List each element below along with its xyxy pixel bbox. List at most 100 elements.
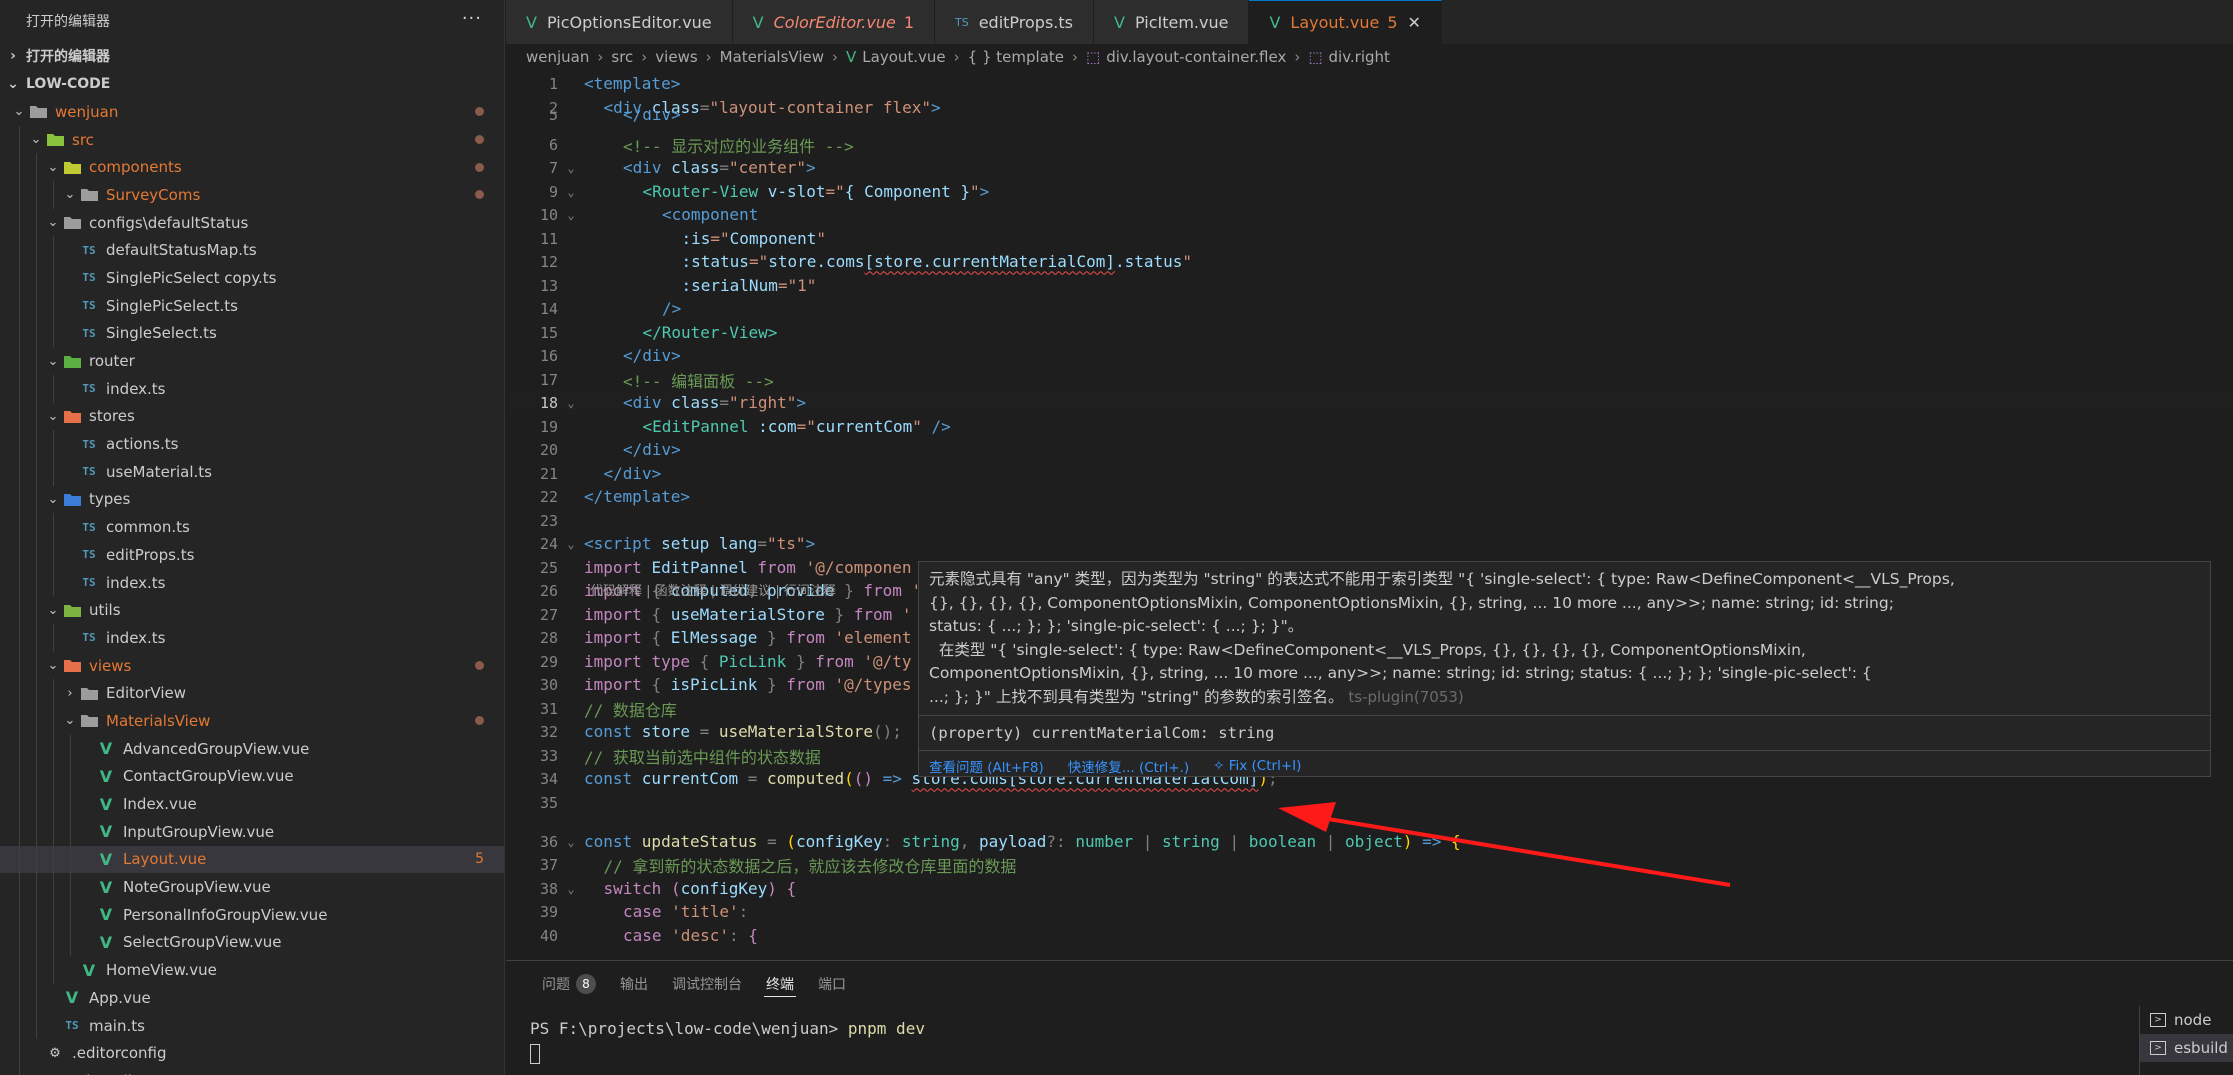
tree-folder[interactable]: ⌄ SurveyComs [0, 181, 504, 209]
code-line[interactable]: 12:status="store.coms[store.currentMater… [506, 250, 2233, 274]
tree-file[interactable]: V NoteGroupView.vue [0, 873, 504, 901]
breadcrumb-item[interactable]: MaterialsView [720, 48, 824, 66]
code-line[interactable]: 5 </div> [506, 110, 2233, 124]
fold-chevron-icon[interactable]: ⌄ [558, 537, 584, 551]
tree-folder[interactable]: ⌄ src [0, 125, 504, 154]
tree-folder[interactable]: ⌄ components [0, 153, 504, 182]
tree-file[interactable]: V SelectGroupView.vue [0, 928, 504, 957]
tree-folder[interactable]: ⌄ MaterialsView [0, 707, 504, 735]
fold-chevron-icon[interactable]: ⌄ [558, 396, 584, 410]
code-line[interactable]: 7 ⌄ <div class="center"> [506, 156, 2233, 180]
panel-tab[interactable]: 终端 [754, 961, 806, 1007]
tree-file[interactable]: TS SinglePicSelect.ts [0, 291, 504, 320]
code-line[interactable]: 22 </template> [506, 485, 2233, 509]
tree-file[interactable]: TS index.ts [0, 624, 504, 652]
fold-chevron-icon[interactable]: ⌄ [558, 208, 584, 222]
editor-tab[interactable]: V PicOptionsEditor.vue [506, 0, 733, 44]
tree-folder[interactable]: › EditorView [0, 679, 504, 708]
fold-chevron-icon[interactable]: ⌄ [558, 161, 584, 175]
editor-tab[interactable]: V ColorEditor.vue 1 [732, 0, 935, 44]
code-line[interactable]: 6 <!-- 显示对应的业务组件 --> [506, 133, 2233, 157]
tree-file[interactable]: TS index.ts [0, 568, 504, 597]
code-line[interactable]: 1 <template> [506, 72, 2233, 96]
tree-folder[interactable]: ⌄ router [0, 347, 504, 375]
tree-folder[interactable]: ⌄ utils [0, 596, 504, 625]
more-actions-icon[interactable]: ··· [462, 8, 482, 29]
view-problem-link[interactable]: 查看问题 (Alt+F8) [929, 756, 1044, 776]
tree-file[interactable]: TS editProps.ts [0, 541, 504, 569]
panel-tab[interactable]: 端口 [806, 961, 858, 1007]
tree-file[interactable]: TS main.ts [0, 1011, 504, 1040]
quick-fix-link[interactable]: 快速修复... (Ctrl+.) [1068, 756, 1189, 776]
code-line[interactable]: 37 // 拿到新的状态数据之后，就应该去修改仓库里面的数据 [506, 853, 2233, 877]
tree-folder[interactable]: ⌄ types [0, 485, 504, 514]
breadcrumb-item[interactable]: src [611, 48, 633, 66]
tree-file[interactable]: TS common.ts [0, 513, 504, 541]
code-line[interactable]: 36 ⌄ const updateStatus = (configKey: stri… [506, 830, 2233, 854]
panel-tab[interactable]: 输出 [608, 961, 660, 1007]
terminal-output[interactable]: PS F:\projects\low-code\wenjuan> pnpm de… [530, 1019, 925, 1038]
tree-file[interactable]: V HomeView.vue [0, 956, 504, 984]
tree-folder[interactable]: ⌄ configs\defaultStatus [0, 208, 504, 237]
fold-chevron-icon[interactable]: ⌄ [558, 185, 584, 199]
tree-folder[interactable]: ⌄ stores [0, 402, 504, 431]
code-line[interactable]: 24 ⌄ <script setup lang="ts"> [506, 532, 2233, 556]
tree-file[interactable]: TS defaultStatusMap.ts [0, 236, 504, 265]
fold-chevron-icon[interactable]: ⌄ [558, 835, 584, 849]
terminal-instance[interactable]: > esbuild [2140, 1034, 2233, 1062]
code-line[interactable]: 15 </Router-View> [506, 321, 2233, 345]
breadcrumb-item[interactable]: views [655, 48, 697, 66]
tree-file[interactable]: V App.vue [0, 984, 504, 1012]
code-line[interactable]: 16 </div> [506, 344, 2233, 368]
code-line[interactable]: 38 ⌄ switch (configKey) { [506, 877, 2233, 901]
code-line[interactable]: 10 ⌄ <component [506, 203, 2233, 227]
ai-fix-link[interactable]: ✧ Fix (Ctrl+I) [1213, 758, 1301, 774]
open-editors-section[interactable]: › 打开的编辑器 [0, 42, 504, 70]
tree-file[interactable]: ◆.gitattributes [0, 1067, 504, 1075]
code-line[interactable]: 40 case 'desc': { [506, 924, 2233, 948]
code-line[interactable]: 18 ⌄ <div class="right"> [506, 391, 2233, 415]
tree-file[interactable]: TS SinglePicSelect copy.ts [0, 264, 504, 292]
tree-file[interactable]: V PersonalInfoGroupView.vue [0, 900, 504, 929]
code-line[interactable]: 9 ⌄ <Router-View v-slot="{ Component }"> [506, 180, 2233, 204]
code-editor[interactable]: 1 <template> 2 <div class="layout-container… [506, 70, 2233, 960]
terminal-instance[interactable]: > node [2140, 1006, 2233, 1034]
tree-file[interactable]: V InputGroupView.vue [0, 817, 504, 846]
tree-file[interactable]: ⚙ .editorconfig [0, 1039, 504, 1068]
breadcrumb-item[interactable]: { } template [968, 48, 1064, 66]
code-line[interactable]: 21 </div> [506, 462, 2233, 486]
tree-folder[interactable]: ⌄ views [0, 651, 504, 680]
editor-tab[interactable]: V PicItem.vue [1094, 0, 1250, 44]
project-section[interactable]: ⌄ LOW-CODE [0, 70, 504, 98]
editor-tab[interactable]: TS editProps.ts [935, 0, 1094, 44]
editor-tab[interactable]: V Layout.vue 5 ✕ [1249, 0, 1442, 44]
breadcrumb-item[interactable]: div.right [1329, 48, 1390, 66]
code-line[interactable]: 39 case 'title': [506, 900, 2233, 924]
tree-file[interactable]: V ContactGroupView.vue [0, 762, 504, 791]
element-icon: ⬚ [1308, 48, 1323, 66]
tree-file[interactable]: V Index.vue [0, 790, 504, 818]
code-line[interactable]: 17 <!-- 编辑面板 --> [506, 368, 2233, 392]
tree-folder[interactable]: ⌄ wenjuan [0, 98, 504, 126]
tree-file[interactable]: TS index.ts [0, 374, 504, 403]
code-line[interactable]: 14 /> [506, 297, 2233, 321]
breadcrumb-item[interactable]: div.layout-container.flex [1106, 48, 1286, 66]
panel-tab[interactable]: 问题 8 [530, 961, 608, 1007]
code-line[interactable]: 23 [506, 509, 2233, 533]
code-line[interactable]: 20 </div> [506, 438, 2233, 462]
tree-file[interactable]: TS actions.ts [0, 430, 504, 458]
close-icon[interactable]: ✕ [1408, 13, 1421, 32]
code-line[interactable]: 35 [506, 791, 2233, 815]
tree-file[interactable]: TS SingleSelect.ts [0, 319, 504, 348]
fold-chevron-icon[interactable]: ⌄ [558, 882, 584, 896]
tree-file[interactable]: V Layout.vue 5 [0, 845, 504, 874]
code-line[interactable]: 19 <EditPannel :com="currentCom" /> [506, 415, 2233, 439]
tree-file[interactable]: V AdvancedGroupView.vue [0, 734, 504, 763]
panel-tab[interactable]: 调试控制台 [660, 961, 754, 1007]
breadcrumb-item[interactable]: Layout.vue [862, 48, 945, 66]
codelens[interactable]: 代码解释 | 函数注释 | 调优建议 | 行间注释 [590, 580, 836, 599]
code-line[interactable]: 11:is="Component" [506, 227, 2233, 251]
code-line[interactable]: 13:serialNum="1" [506, 274, 2233, 298]
breadcrumb-item[interactable]: wenjuan [526, 48, 589, 66]
tree-file[interactable]: TS useMaterial.ts [0, 457, 504, 486]
